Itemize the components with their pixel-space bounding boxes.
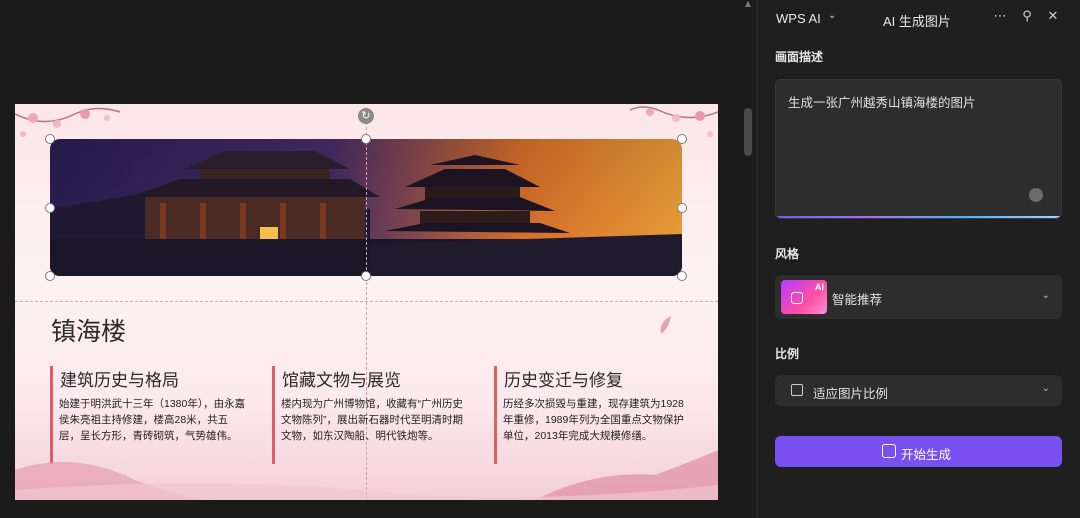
ratio-value: 适应图片比例 xyxy=(813,387,889,401)
resize-handle-left[interactable] xyxy=(45,203,55,213)
voice-icon[interactable] xyxy=(1029,188,1043,202)
more-icon[interactable]: ⋯ xyxy=(991,8,1009,26)
resize-handle-right[interactable] xyxy=(677,203,687,213)
chevron-down-icon: ⌄ xyxy=(1041,383,1050,394)
image-icon xyxy=(791,292,803,304)
petal-decoration xyxy=(660,316,671,334)
description-label: 画面描述 xyxy=(775,50,824,64)
prompt-text[interactable]: 生成一张广州越秀山镇海楼的图片 xyxy=(788,92,976,111)
resize-handle-top[interactable] xyxy=(361,134,371,144)
resize-handle-top-right[interactable] xyxy=(677,134,687,144)
resize-handle-bottom[interactable] xyxy=(361,271,371,281)
panel-header: WPS AI ⌄ AI 生成图片 ⋯ ⚲ ✕ xyxy=(757,0,1080,36)
prompt-input[interactable]: 生成一张广州越秀山镇海楼的图片 xyxy=(775,79,1062,219)
style-label: 风格 xyxy=(775,247,800,261)
pin-icon[interactable]: ⚲ xyxy=(1018,8,1036,26)
resize-handle-bottom-left[interactable] xyxy=(45,271,55,281)
resize-handle-top-left[interactable] xyxy=(45,134,55,144)
slide-title[interactable]: 镇海楼 xyxy=(51,312,126,348)
ratio-label: 比例 xyxy=(775,347,800,361)
column-heading: 历史变迁与修复 xyxy=(504,371,623,391)
ai-image-panel: WPS AI ⌄ AI 生成图片 ⋯ ⚲ ✕ 画面描述 生成一张广州越秀山镇海楼… xyxy=(756,0,1080,518)
slide-canvas-area: ▲ 镇海楼 建筑历史与格局 始建于明洪武十三年（1380年），由永嘉侯朱亮祖主持… xyxy=(0,0,756,518)
rotate-handle[interactable]: ↻ xyxy=(358,108,374,124)
aspect-ratio-icon xyxy=(791,384,803,396)
generate-image-icon xyxy=(882,444,896,458)
generate-button[interactable]: 开始生成 xyxy=(775,436,1062,467)
resize-handle-bottom-right[interactable] xyxy=(677,271,687,281)
generate-label: 开始生成 xyxy=(901,448,952,462)
close-icon[interactable]: ✕ xyxy=(1044,8,1062,26)
brand-menu[interactable]: WPS AI xyxy=(776,11,821,26)
style-value: 智能推荐 xyxy=(832,293,883,307)
column-heading: 馆藏文物与展览 xyxy=(282,371,401,391)
chevron-down-icon[interactable]: ⌄ xyxy=(828,10,836,21)
style-select[interactable]: AI 智能推荐 ⌄ xyxy=(775,275,1062,319)
bottom-decoration xyxy=(15,450,718,500)
ai-badge: AI xyxy=(815,282,824,292)
panel-title: AI 生成图片 xyxy=(883,14,951,29)
input-glow-bar xyxy=(776,216,1061,218)
chevron-down-icon: ⌄ xyxy=(1041,290,1050,301)
vertical-scrollbar[interactable] xyxy=(744,108,752,156)
slide[interactable]: 镇海楼 建筑历史与格局 始建于明洪武十三年（1380年），由永嘉侯朱亮祖主持修建… xyxy=(15,104,718,500)
ratio-select[interactable]: 适应图片比例 ⌄ xyxy=(775,375,1062,406)
scroll-up-icon[interactable]: ▲ xyxy=(744,0,752,8)
style-thumbnail: AI xyxy=(781,280,827,314)
column-heading: 建筑历史与格局 xyxy=(60,371,179,391)
